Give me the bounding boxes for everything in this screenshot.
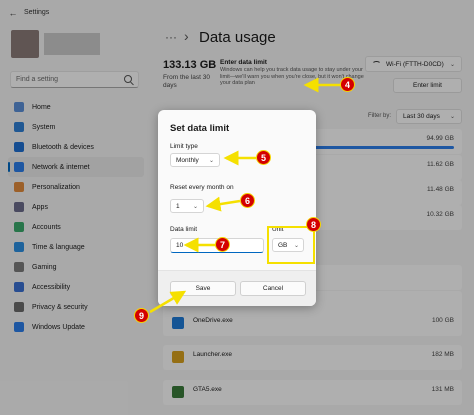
step-badge-4: 4 [340,77,355,92]
step-badge-5: 5 [256,150,271,165]
arrow-6 [205,196,241,212]
step-badge-9: 9 [134,308,149,323]
step-badge-6: 6 [240,193,255,208]
arrow-9 [149,290,187,314]
step-badge-7: 7 [215,237,230,252]
annotation-arrows [149,77,342,314]
step-badge-8: 8 [306,217,321,232]
